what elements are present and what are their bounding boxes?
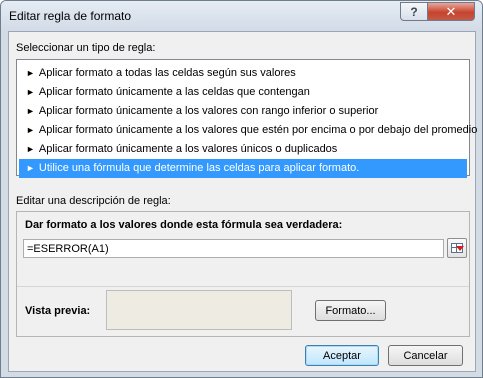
rule-type-item-selected[interactable]: ► Utilice una fórmula que determine las c… [19,159,467,178]
close-button[interactable]: ✕ [427,2,475,21]
triangle-right-icon: ► [26,87,35,97]
help-button[interactable]: ? [400,2,428,21]
rule-type-item-label: Utilice una fórmula que determine las ce… [38,162,360,174]
rule-type-item-label: Aplicar formato únicamente a los valores… [38,143,338,155]
triangle-right-icon: ► [26,68,35,78]
rule-description-label: Editar una descripción de regla: [16,195,171,207]
formula-section: Dar formato a los valores donde esta fór… [17,212,469,285]
rule-description-panel: Dar formato a los valores donde esta fór… [16,211,470,337]
cancel-button[interactable]: Cancelar [388,345,463,366]
rule-type-item-label: Aplicar formato únicamente a las celdas … [38,86,310,98]
rule-type-item-label: Aplicar formato a todas las celdas según… [38,67,296,79]
rule-type-label: Seleccionar un tipo de regla: [16,42,156,54]
rule-type-item-label: Aplicar formato únicamente a los valores… [38,105,379,117]
formula-heading: Dar formato a los valores donde esta fór… [25,219,343,231]
preview-box [106,290,292,330]
triangle-right-icon: ► [26,125,35,135]
title-bar[interactable]: Editar regla de formato ? ✕ [1,1,482,31]
triangle-right-icon: ► [26,163,35,173]
triangle-right-icon: ► [26,106,35,116]
accept-button[interactable]: Aceptar [305,345,379,366]
rule-type-item[interactable]: ► Aplicar formato únicamente a los valore… [19,121,477,140]
rule-type-item[interactable]: ► Aplicar formato a todas las celdas segú… [19,64,467,83]
rule-type-item[interactable]: ► Aplicar formato únicamente a los valore… [19,102,467,121]
formula-input[interactable]: =ESERROR(A1) [23,239,444,258]
preview-section: Vista previa: Formato... [17,286,469,336]
rule-type-item-label: Aplicar formato únicamente a los valores… [38,124,478,136]
triangle-right-icon: ► [26,144,35,154]
arrow-down-icon [456,246,464,251]
dialog-window: Editar regla de formato ? ✕ Seleccionar … [0,0,483,378]
dialog-body: Seleccionar un tipo de regla: ► Aplicar f… [8,31,477,372]
window-title: Editar regla de formato [9,9,132,23]
format-button[interactable]: Formato... [315,300,386,321]
rule-type-item[interactable]: ► Aplicar formato únicamente a las celdas… [19,83,467,102]
rule-type-list[interactable]: ► Aplicar formato a todas las celdas segú… [16,59,477,178]
collapse-dialog-button[interactable] [447,238,467,258]
rule-type-item[interactable]: ► Aplicar formato únicamente a los valore… [19,140,467,159]
preview-label: Vista previa: [25,305,91,317]
